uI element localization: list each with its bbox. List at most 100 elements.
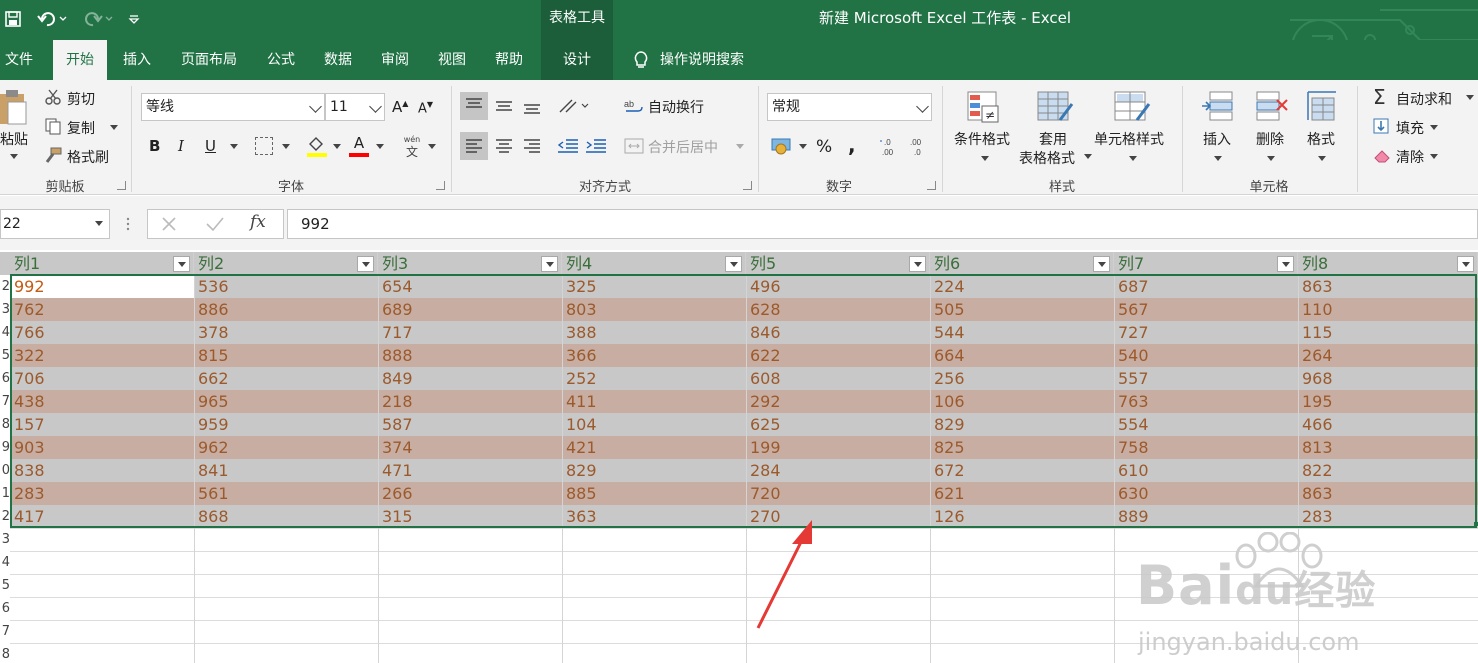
table-cell[interactable]: 903 [10,436,194,459]
table-cell[interactable]: 471 [378,459,562,482]
row-header[interactable]: 5 [0,348,10,363]
table-cell[interactable]: 962 [194,436,378,459]
table-cell[interactable]: 689 [378,298,562,321]
table-cell[interactable]: 654 [378,275,562,298]
table-cell[interactable]: 283 [1298,505,1478,528]
paste-button[interactable]: 粘贴 [0,129,28,149]
cut-button[interactable]: 剪切 [67,89,95,109]
table-cell[interactable]: 888 [378,344,562,367]
column-header[interactable]: 列5 [746,252,930,275]
table-cell[interactable]: 829 [562,459,746,482]
table-cell[interactable]: 885 [562,482,746,505]
column-header[interactable]: 列3 [378,252,562,275]
table-cell[interactable]: 252 [562,367,746,390]
row-header[interactable]: 4 [0,555,10,570]
fill-color-icon[interactable] [306,134,328,158]
table-cell[interactable]: 886 [194,298,378,321]
table-cell[interactable]: 199 [746,436,930,459]
filter-dropdown-icon[interactable] [909,256,926,272]
font-dialog-launcher-icon[interactable] [436,181,445,190]
tell-me-search[interactable]: 操作说明搜索 [660,40,760,80]
table-cell[interactable]: 264 [1298,344,1478,367]
align-middle-icon[interactable] [490,92,518,120]
format-cells-icon[interactable] [1304,88,1340,124]
table-cell[interactable]: 126 [930,505,1114,528]
table-cell[interactable]: 825 [930,436,1114,459]
number-format-select[interactable]: 常规 [767,93,932,121]
table-cell[interactable]: 959 [194,413,378,436]
row-header[interactable]: 8 [0,417,10,432]
column-header[interactable]: 列7 [1114,252,1298,275]
table-cell[interactable]: 540 [1114,344,1298,367]
column-header[interactable]: 列6 [930,252,1114,275]
row-header[interactable]: 8 [0,647,10,662]
paste-dropdown-icon[interactable] [10,154,18,159]
increase-decimal-icon[interactable]: .0.00 [880,136,902,158]
format-as-table-icon[interactable] [1036,90,1074,124]
table-cell[interactable]: 815 [194,344,378,367]
filter-dropdown-icon[interactable] [1277,256,1294,272]
tab-insert[interactable]: 插入 [112,40,162,80]
tab-view[interactable]: 视图 [427,40,477,80]
align-top-icon[interactable] [460,92,488,120]
fill-dropdown-icon[interactable] [1430,125,1438,130]
row-header[interactable]: 9 [0,440,10,455]
table-cell[interactable]: 104 [562,413,746,436]
table-cell[interactable]: 706 [10,367,194,390]
formula-input[interactable]: 992 [287,209,1478,239]
italic-button[interactable]: I [178,137,184,155]
table-cell[interactable]: 374 [378,436,562,459]
shrink-font-button[interactable]: A▼ [418,100,433,116]
column-header[interactable]: 列4 [562,252,746,275]
copy-button[interactable]: 复制 [67,118,95,138]
undo-icon[interactable] [34,6,70,32]
conditional-formatting-icon[interactable]: ≠ [966,90,1002,124]
font-color-icon[interactable]: A [348,134,370,158]
table-cell[interactable]: 315 [378,505,562,528]
phonetic-icon[interactable]: wén 文 [402,134,422,158]
number-dialog-launcher-icon[interactable] [927,181,936,190]
table-cell[interactable]: 813 [1298,436,1478,459]
row-header[interactable]: 6 [0,601,10,616]
table-cell[interactable]: 322 [10,344,194,367]
increase-indent-icon[interactable] [582,132,610,160]
table-cell[interactable]: 889 [1114,505,1298,528]
table-cell[interactable]: 625 [746,413,930,436]
row-header[interactable]: 3 [0,532,10,547]
table-cell[interactable]: 110 [1298,298,1478,321]
cell-styles-dropdown-icon[interactable] [1129,156,1137,161]
filter-dropdown-icon[interactable] [725,256,742,272]
table-cell[interactable]: 868 [194,505,378,528]
wrap-text-icon[interactable]: ab [624,96,644,116]
table-cell[interactable]: 717 [378,321,562,344]
decrease-indent-icon[interactable] [554,132,582,160]
table-cell[interactable]: 292 [746,390,930,413]
table-cell[interactable]: 466 [1298,413,1478,436]
tab-page-layout[interactable]: 页面布局 [168,40,250,80]
table-cell[interactable]: 630 [1114,482,1298,505]
bold-button[interactable]: B [149,137,160,155]
align-center-icon[interactable] [490,132,518,160]
table-cell[interactable]: 115 [1298,321,1478,344]
table-cell[interactable]: 863 [1298,275,1478,298]
customize-qat-icon[interactable] [124,6,144,32]
table-cell[interactable]: 505 [930,298,1114,321]
row-header[interactable]: 2 [0,279,10,294]
alignment-dialog-launcher-icon[interactable] [743,181,752,190]
table-cell[interactable]: 758 [1114,436,1298,459]
tab-home[interactable]: 开始 [53,40,107,80]
table-cell[interactable]: 672 [930,459,1114,482]
table-cell[interactable]: 195 [1298,390,1478,413]
underline-dropdown-icon[interactable] [230,144,238,149]
table-cell[interactable]: 727 [1114,321,1298,344]
row-header[interactable]: 7 [0,394,10,409]
percent-style-button[interactable]: % [816,137,832,157]
table-cell[interactable]: 610 [1114,459,1298,482]
comma-style-button[interactable]: , [848,133,856,157]
cell-styles-button[interactable]: 单元格样式 [1094,129,1164,149]
table-cell[interactable]: 587 [378,413,562,436]
underline-button[interactable]: U [205,137,216,155]
table-cell[interactable]: 965 [194,390,378,413]
cell-styles-icon[interactable] [1113,90,1151,124]
align-bottom-icon[interactable] [518,92,546,120]
